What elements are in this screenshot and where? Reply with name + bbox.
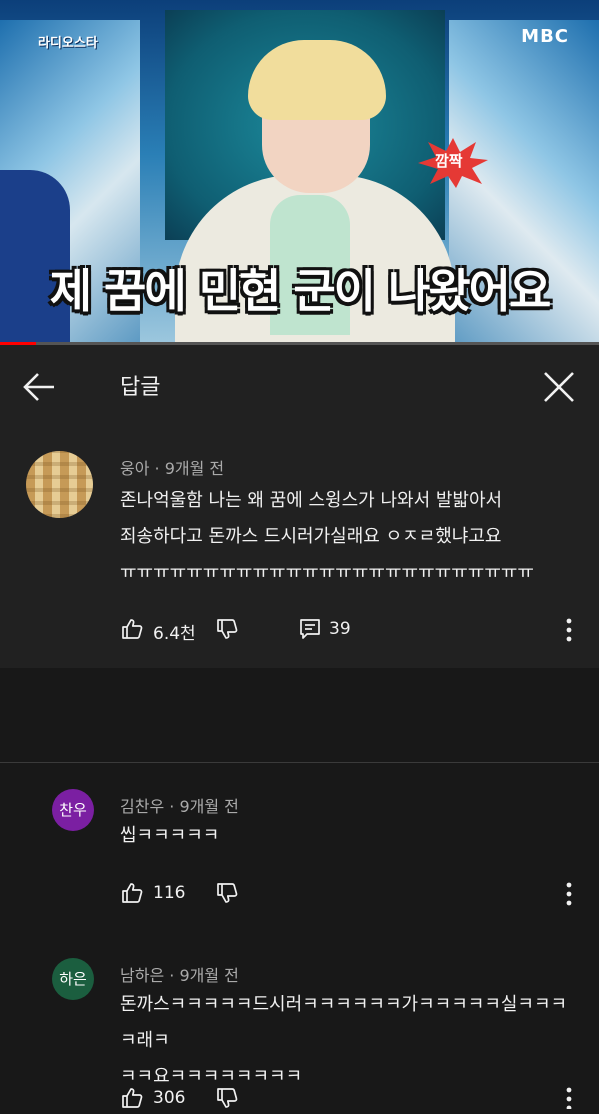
replies-header: 답글 (0, 345, 599, 425)
avatar[interactable]: 찬우 (52, 789, 94, 831)
dislike-icon[interactable] (215, 617, 239, 641)
reply-actions: 306 (120, 1084, 320, 1114)
like-icon[interactable] (120, 1086, 144, 1110)
reply-author[interactable]: 남하은 (120, 966, 164, 985)
like-count: 306 (153, 1088, 186, 1108)
dislike-icon[interactable] (215, 1086, 239, 1110)
arrow-left-icon (23, 373, 54, 401)
reply-meta: 남하은 · 9개월 전 (120, 962, 239, 986)
dislike-icon[interactable] (215, 881, 239, 905)
comment-time: 9개월 전 (164, 459, 225, 478)
parent-comment: 웅아 · 9개월 전 존나억울함 나는 왜 꿈에 스윙스가 나와서 발밟아서 죄… (0, 425, 599, 668)
avatar[interactable]: 하은 (52, 958, 94, 1000)
close-icon (544, 372, 574, 402)
comment-text: 존나억울함 나는 왜 꿈에 스윙스가 나와서 발밟아서 죄송하다고 돈까스 드시… (120, 490, 534, 583)
reply-meta: 김찬우 · 9개월 전 (120, 793, 239, 817)
more-options-icon[interactable] (557, 879, 581, 909)
more-options-icon[interactable] (557, 615, 581, 645)
comment-actions: 6.4천 39 (120, 615, 580, 645)
like-icon[interactable] (120, 617, 144, 641)
close-button[interactable] (537, 365, 581, 409)
guest-hair (248, 40, 386, 120)
meta-separator: · (169, 797, 180, 816)
video-caption: 제 꿈에 민현 군이 나왔어요 (49, 264, 552, 318)
channel-logo: MBC (521, 26, 569, 47)
reply-author[interactable]: 김찬우 (120, 797, 164, 816)
more-options-icon[interactable] (557, 1084, 581, 1109)
comment-author[interactable]: 웅아 (120, 459, 149, 478)
reply-text: 씹ㅋㅋㅋㅋㅋ (120, 825, 220, 846)
show-logo: 라디오스타 (38, 36, 98, 51)
meta-separator: · (154, 459, 165, 478)
reply-count: 39 (329, 619, 351, 639)
reply-actions: 116 (120, 879, 320, 909)
sticker-text: 깜짝 (435, 152, 463, 170)
back-button[interactable] (18, 365, 62, 409)
reply-time: 9개월 전 (179, 966, 239, 985)
like-icon[interactable] (120, 881, 144, 905)
video-player[interactable]: 라디오스타 MBC 깜짝 제 꿈에 민현 군이 나왔어요 (0, 0, 599, 343)
like-count: 116 (153, 883, 186, 903)
reply-text: 돈까스ㅋㅋㅋㅋㅋ드시러ㅋㅋㅋㅋㅋㅋ가ㅋㅋㅋㅋㅋ실ㅋㅋㅋㅋ래ㅋ ㅋㅋ요ㅋㅋㅋㅋㅋㅋ… (120, 994, 568, 1087)
meta-separator: · (169, 966, 180, 985)
divider (0, 762, 599, 763)
avatar[interactable] (26, 451, 93, 518)
like-count: 6.4천 (153, 624, 196, 644)
reply-icon[interactable] (298, 617, 322, 641)
reply-time: 9개월 전 (179, 797, 239, 816)
page-title: 답글 (120, 375, 161, 400)
comment-meta: 웅아 · 9개월 전 (120, 455, 224, 479)
